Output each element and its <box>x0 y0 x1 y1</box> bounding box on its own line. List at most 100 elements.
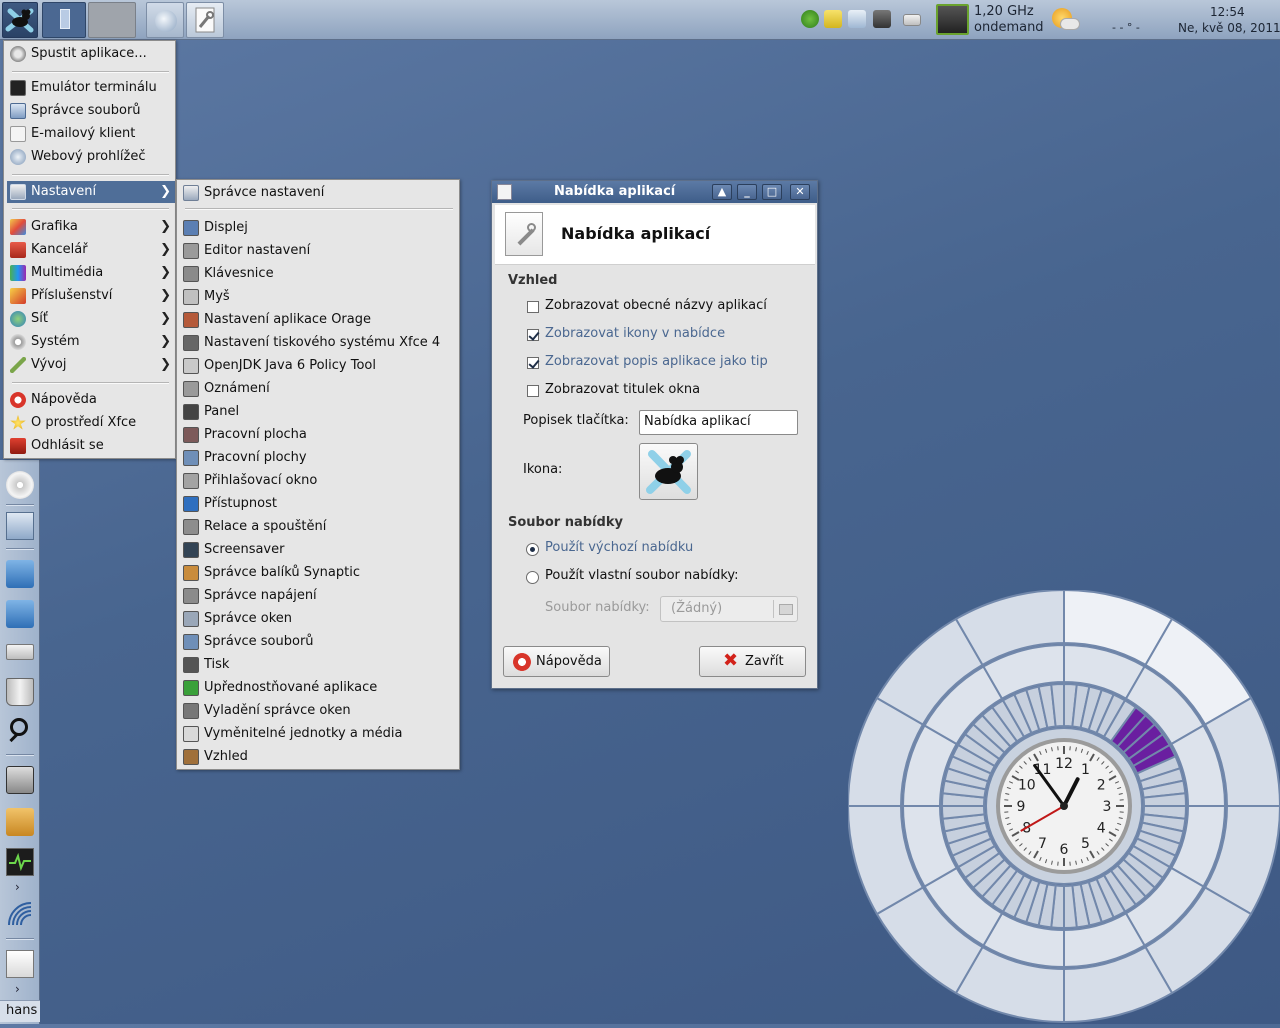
menu-item-label: Správce oken <box>204 611 292 626</box>
submenu-item[interactable]: Tisk <box>180 654 456 676</box>
taskbar-item-menu-settings[interactable] <box>186 2 224 38</box>
clock-time[interactable]: 12:54 <box>1210 4 1245 20</box>
submenu-item[interactable]: Přístupnost <box>180 493 456 515</box>
menu-item-office[interactable]: Kancelář ❯ <box>7 239 175 261</box>
submenu-item[interactable]: Oznámení <box>180 378 456 400</box>
radio-default-menu-label[interactable]: Použít výchozí nabídku <box>545 540 693 555</box>
window-tweaks-icon <box>183 703 199 719</box>
radio-custom-menu-label[interactable]: Použít vlastní soubor nabídky: <box>545 568 739 583</box>
menu-item-email[interactable]: E-mailový klient <box>7 123 172 145</box>
play-icon[interactable] <box>801 10 819 28</box>
menu-item-settings[interactable]: Nastavení ❯ <box>7 181 175 203</box>
submenu-item[interactable]: Vyměnitelné jednotky a média <box>180 723 456 745</box>
cd-drive-icon[interactable] <box>6 471 34 499</box>
menu-item-network[interactable]: Síť ❯ <box>7 308 175 330</box>
checkbox-window-title[interactable] <box>527 385 539 397</box>
folder-icon[interactable] <box>6 600 34 628</box>
expand-arrow-icon[interactable]: › <box>15 982 20 996</box>
submenu-item[interactable]: Upřednostňované aplikace <box>180 677 456 699</box>
menu-item-multimedia[interactable]: Multimédia ❯ <box>7 262 175 284</box>
submenu-item[interactable]: Nastavení tiskového systému Xfce 4 <box>180 332 456 354</box>
workspace-1[interactable] <box>42 2 86 38</box>
trash-icon[interactable] <box>6 678 34 706</box>
chevron-right-icon: ❯ <box>160 308 171 330</box>
home-folder-icon[interactable] <box>6 560 34 588</box>
notes-applet-icon[interactable] <box>6 950 34 978</box>
submenu-item[interactable]: Displej <box>180 217 456 239</box>
checkbox-tooltips-label[interactable]: Zobrazovat popis aplikace jako tip <box>545 354 768 369</box>
submenu-item[interactable]: Vyladění správce oken <box>180 700 456 722</box>
submenu-item[interactable]: Vzhled <box>180 746 456 768</box>
menu-item-help[interactable]: Nápověda <box>7 389 172 411</box>
submenu-item[interactable]: Pracovní plocha <box>180 424 456 446</box>
package-icon[interactable] <box>6 808 34 836</box>
submenu-item[interactable]: Správce souborů <box>180 631 456 653</box>
network-icon[interactable] <box>873 10 891 28</box>
menu-item-browser[interactable]: Webový prohlížeč <box>7 146 172 168</box>
shade-button[interactable]: ▲ <box>712 184 732 200</box>
radio-default-menu[interactable] <box>526 543 539 556</box>
screenshot-icon[interactable] <box>848 10 866 28</box>
checkbox-tooltips[interactable] <box>527 357 539 369</box>
submenu-item[interactable]: Klávesnice <box>180 263 456 285</box>
submenu-item[interactable]: Editor nastavení <box>180 240 456 262</box>
system-monitor-icon[interactable] <box>6 848 34 876</box>
window-titlebar[interactable]: Nabídka aplikací ▲ _ □ ✕ <box>492 181 817 203</box>
menu-item-about-xfce[interactable]: O prostředí Xfce <box>7 412 172 434</box>
submenu-item[interactable]: Správce balíků Synaptic <box>180 562 456 584</box>
menu-item-logout[interactable]: Odhlásit se <box>7 435 172 457</box>
submenu-item[interactable]: Pracovní plochy <box>180 447 456 469</box>
close-button[interactable]: ✖ Zavřít <box>699 646 806 677</box>
checkbox-generic-names[interactable] <box>527 301 539 313</box>
menu-item-label: Vyladění správce oken <box>204 703 351 718</box>
minimize-button[interactable]: _ <box>737 184 757 200</box>
drive-icon[interactable] <box>903 14 921 26</box>
clock-date[interactable]: Ne, kvě 08, 2011 <box>1178 20 1280 36</box>
checkbox-show-icons[interactable] <box>527 329 539 341</box>
submenu-item[interactable]: Přihlašovací okno <box>180 470 456 492</box>
maximize-button[interactable]: □ <box>762 184 782 200</box>
submenu-item[interactable]: Správce oken <box>180 608 456 630</box>
taskbar-item-browser[interactable] <box>146 2 184 38</box>
close-window-button[interactable]: ✕ <box>790 184 810 200</box>
applications-menu: Spustit aplikace... Emulátor terminálu S… <box>3 40 176 459</box>
menu-item-run[interactable]: Spustit aplikace... <box>7 43 172 65</box>
icon-picker-button[interactable] <box>639 443 698 500</box>
menu-item-graphics[interactable]: Grafika ❯ <box>7 216 175 238</box>
radio-custom-menu[interactable] <box>526 571 539 584</box>
button-label-input[interactable]: Nabídka aplikací <box>639 410 798 435</box>
menu-item-development[interactable]: Vývoj ❯ <box>7 354 175 376</box>
clock-number: 12 <box>1055 756 1073 772</box>
menu-item-file-manager[interactable]: Správce souborů <box>7 100 172 122</box>
notes-icon[interactable] <box>824 10 842 28</box>
submenu-item[interactable]: Panel <box>180 401 456 423</box>
menu-file-chooser[interactable]: (Žádný) <box>660 596 798 622</box>
hard-drive-icon[interactable] <box>6 644 34 660</box>
menu-item-label: Oznámení <box>204 381 270 396</box>
menu-item-system[interactable]: Systém ❯ <box>7 331 175 353</box>
submenu-item[interactable]: Správce napájení <box>180 585 456 607</box>
xfce-menu-button[interactable] <box>2 2 38 38</box>
clock-number: 2 <box>1097 778 1106 794</box>
workspace-2[interactable] <box>88 2 136 38</box>
file-cabinet-icon[interactable] <box>6 512 34 540</box>
weather-icon[interactable] <box>1048 4 1082 36</box>
submenu-item-settings-manager[interactable]: Správce nastavení <box>180 182 456 204</box>
wifi-signal-icon[interactable] <box>6 900 34 928</box>
user-switcher[interactable]: hans <box>0 1000 40 1022</box>
search-icon[interactable] <box>6 716 34 744</box>
submenu-item[interactable]: Nastavení aplikace Orage <box>180 309 456 331</box>
expand-arrow-icon[interactable]: › <box>15 880 20 894</box>
menu-item-accessories[interactable]: Příslušenství ❯ <box>7 285 175 307</box>
submenu-item[interactable]: Myš <box>180 286 456 308</box>
camera-icon[interactable] <box>6 766 34 794</box>
folder-icon <box>779 604 793 615</box>
checkbox-show-icons-label[interactable]: Zobrazovat ikony v nabídce <box>545 326 725 341</box>
submenu-item[interactable]: Relace a spouštění <box>180 516 456 538</box>
checkbox-window-title-label[interactable]: Zobrazovat titulek okna <box>545 382 700 397</box>
submenu-item[interactable]: Screensaver <box>180 539 456 561</box>
checkbox-generic-names-label[interactable]: Zobrazovat obecné názvy aplikací <box>545 298 767 313</box>
help-button[interactable]: Nápověda <box>503 646 610 677</box>
menu-item-terminal[interactable]: Emulátor terminálu <box>7 77 172 99</box>
submenu-item[interactable]: OpenJDK Java 6 Policy Tool <box>180 355 456 377</box>
